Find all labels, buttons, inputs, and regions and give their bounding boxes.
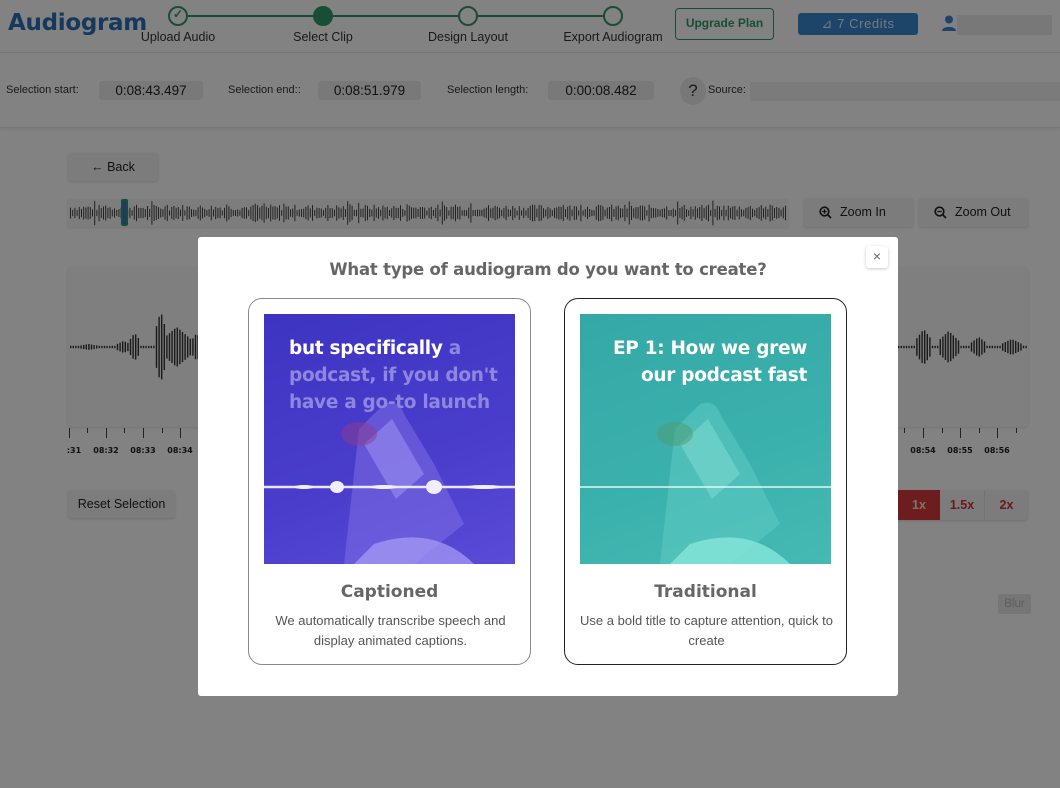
option-description: Use a bold title to capture attention, q…	[580, 613, 833, 648]
option-card-traditional[interactable]: EP 1: How we grew our podcast fast Tradi…	[564, 298, 847, 665]
captioned-preview-caption: but specifically a podcast, if you don't…	[289, 335, 509, 416]
modal-title: What type of audiogram do you want to cr…	[329, 260, 767, 279]
option-title: Captioned	[340, 582, 439, 602]
close-icon: ×	[872, 248, 882, 264]
close-button[interactable]: ×	[866, 246, 888, 268]
traditional-preview-title: EP 1: How we grew our podcast fast	[612, 338, 807, 386]
option-card-captioned[interactable]: but specifically a podcast, if you don't…	[248, 298, 531, 665]
audiogram-type-modal: What type of audiogram do you want to cr…	[198, 237, 898, 696]
option-title: Traditional	[654, 582, 757, 602]
traditional-preview-image: EP 1: How we grew our podcast fast	[580, 314, 831, 564]
captioned-preview-image: but specifically a podcast, if you don't…	[264, 314, 515, 564]
caption-active-words: but specifically	[289, 338, 443, 359]
option-description: We automatically transcribe speech and d…	[275, 613, 506, 648]
